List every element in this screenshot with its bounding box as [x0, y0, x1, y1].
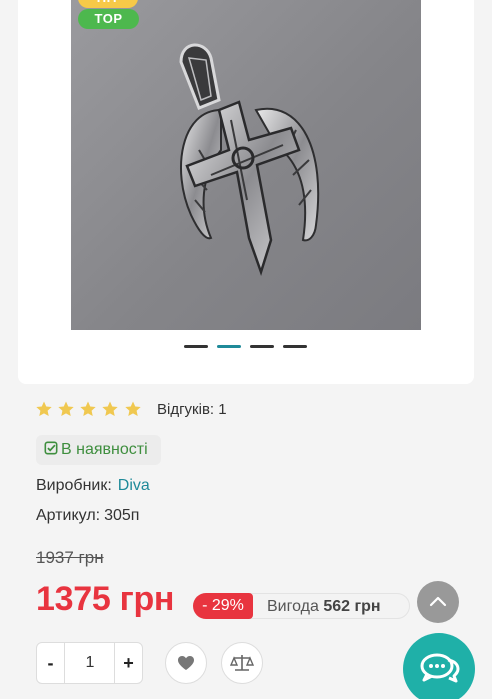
star-icon — [102, 401, 118, 417]
savings-value: 562 грн — [323, 598, 381, 615]
star-icon — [80, 401, 96, 417]
stock-label: В наявності — [61, 441, 148, 458]
savings-label: Вигода — [267, 598, 319, 615]
pendant-illustration — [179, 43, 320, 276]
discount-badge: - 29% Вигода 562 грн — [193, 593, 410, 619]
product-image[interactable] — [71, 0, 421, 330]
top-badge: TOP — [78, 9, 139, 29]
heart-icon — [178, 656, 194, 670]
star-icon — [58, 401, 74, 417]
old-price: 1937 грн — [36, 548, 104, 567]
sku-row: Артикул: 305п — [36, 507, 139, 525]
current-price: 1375 грн — [36, 580, 175, 618]
manufacturer-label: Виробник: — [36, 477, 112, 494]
chat-bubbles-icon — [420, 653, 460, 683]
quantity-increase-button[interactable]: + — [114, 643, 142, 683]
check-square-icon — [44, 441, 58, 455]
star-icon — [125, 401, 141, 417]
star-icon — [36, 401, 52, 417]
quantity-decrease-button[interactable]: - — [37, 643, 65, 683]
wishlist-button[interactable] — [165, 642, 207, 684]
slide-dot-1[interactable] — [184, 345, 208, 348]
manufacturer-link[interactable]: Diva — [118, 477, 150, 494]
discount-percent: - 29% — [193, 593, 253, 619]
hit-badge: HIT — [78, 0, 138, 8]
sku-value: 305п — [104, 507, 140, 524]
quantity-input[interactable]: 1 — [66, 643, 114, 683]
stock-status: В наявності — [36, 435, 161, 465]
manufacturer-row: Виробник: Diva — [36, 477, 150, 495]
slide-dot-4[interactable] — [283, 345, 307, 348]
slide-dot-3[interactable] — [250, 345, 274, 348]
savings: Вигода 562 грн — [267, 598, 381, 616]
quantity-stepper: - 1 + — [36, 642, 143, 684]
chevron-up-icon — [429, 596, 447, 607]
chat-button[interactable] — [403, 633, 475, 699]
compare-button[interactable] — [221, 642, 263, 684]
product-page: HIT TOP Відгуків: 1 В наявності Виробник… — [0, 0, 492, 699]
slide-dot-2[interactable] — [217, 345, 241, 348]
scroll-to-top-button[interactable] — [417, 581, 459, 623]
slider-pagination — [0, 345, 492, 349]
scales-icon — [229, 655, 255, 671]
reviews-link[interactable]: Відгуків: 1 — [157, 401, 227, 418]
sku-label: Артикул: — [36, 507, 101, 524]
